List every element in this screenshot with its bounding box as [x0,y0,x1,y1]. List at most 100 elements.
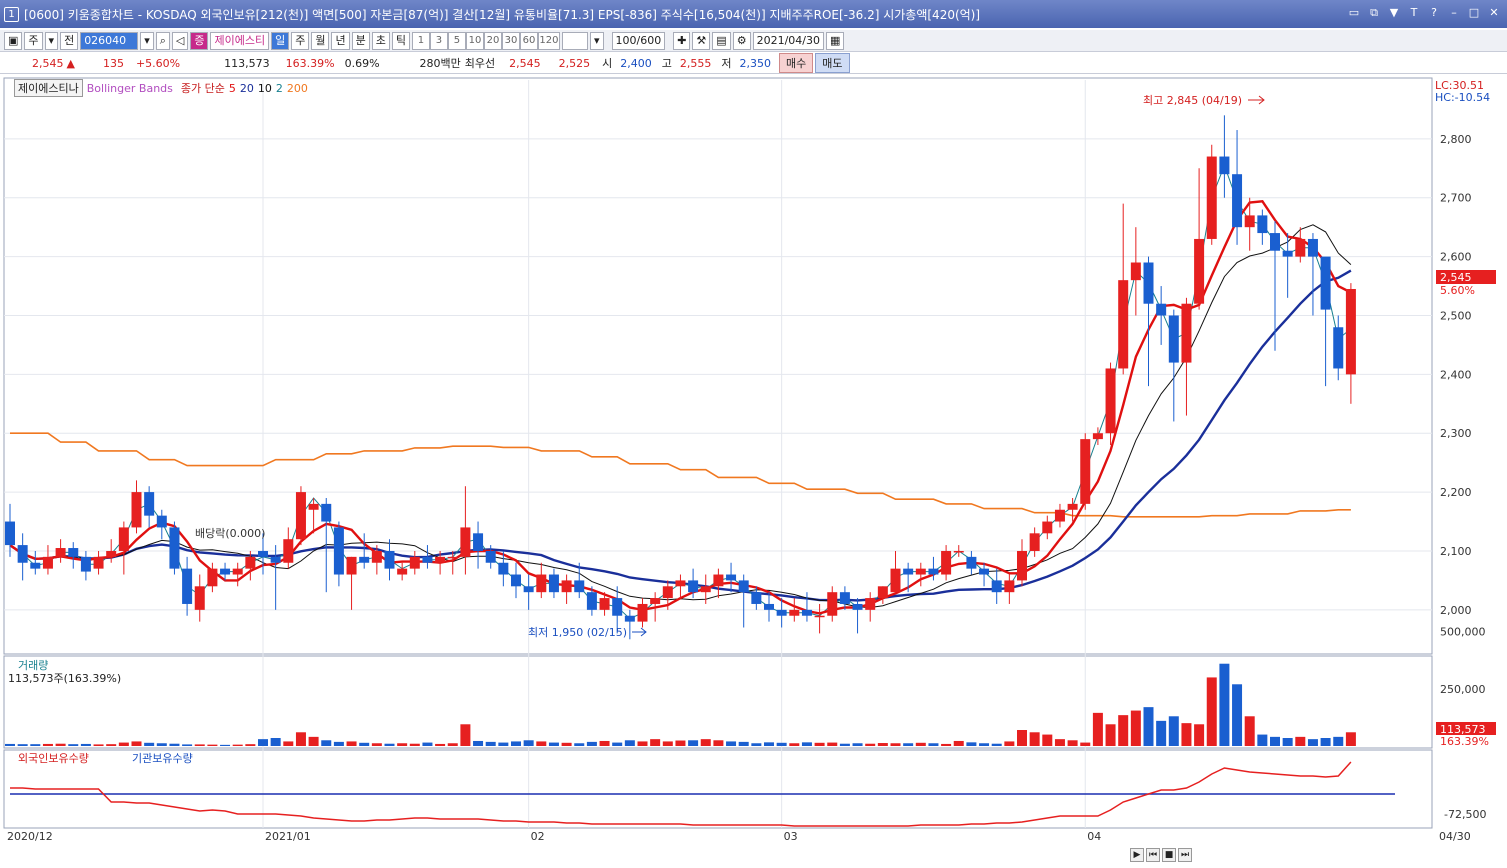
legend-stock-name[interactable]: 제이에스티나 [14,79,83,97]
legend-ma-label[interactable]: 종가 단순 [181,80,225,96]
period-day[interactable]: 일 [271,31,290,50]
speaker-icon[interactable]: ◁ [171,31,189,50]
candle-body [1092,433,1103,440]
scroll-right-icon[interactable]: ▶ [1130,848,1144,862]
stock-chart[interactable]: 2,000 2,100 2,200 2,300 2,400 2,500 2,600 2,700… [0,76,1507,868]
volume-bar [1219,663,1230,746]
main-panel-frame [3,77,1433,655]
volume-bar [422,742,433,746]
period-tick[interactable]: 틱 [391,31,410,50]
interval-30[interactable]: 30 [501,31,520,50]
legend-ma5: 5 [228,81,236,95]
period-minute[interactable]: 분 [351,31,370,50]
volume-bar [371,743,382,746]
code-dropdown-icon[interactable]: ▾ [140,31,154,50]
interval-dropdown-icon[interactable]: ▾ [589,31,604,50]
volume-bar [713,740,724,746]
candle-body [422,556,433,563]
search-icon[interactable]: ⌕ [155,31,170,50]
tools-icon[interactable]: ⚒ [692,31,711,50]
crosshair-icon[interactable]: ✚ [673,31,691,50]
dock-icon[interactable]: ▭ [1347,6,1361,20]
interval-10[interactable]: 10 [465,31,484,50]
candle-body [979,568,990,575]
previous-button[interactable]: 전 [60,31,79,50]
candle-body [915,568,926,575]
volume-bar [258,739,268,746]
volume-bar [473,740,484,746]
legend-bollinger[interactable]: Bollinger Bands [87,82,173,95]
candle-body [359,556,370,563]
stop-icon[interactable]: ■ [1162,848,1176,862]
scroll-first-icon[interactable]: ⏮ [1146,848,1160,862]
holding-panel-frame [3,749,1433,829]
volume-bar [447,743,458,746]
minimize-icon[interactable]: – [1447,6,1461,20]
restore-window-icon[interactable]: ⧉ [1367,6,1381,20]
interval-1[interactable]: 1 [411,31,430,50]
volume-bar [485,741,496,746]
volume-bar [1282,738,1293,746]
candle-body [852,603,863,610]
volume-bar [1067,740,1078,746]
volume-bar [511,741,521,746]
date-input[interactable]: 2021/04/30 [752,31,824,50]
candle-body [156,515,167,528]
candle-body [827,592,838,616]
gear-icon[interactable]: ⚙ [732,31,751,50]
stock-code-input[interactable]: 026040 [80,31,139,50]
volume-bar [232,744,243,746]
period-month[interactable]: 월 [311,31,330,50]
market-dropdown-icon[interactable]: ▾ [44,31,59,50]
volume-bar [637,741,648,746]
interval-20[interactable]: 20 [483,31,502,50]
count-input[interactable]: 100/600 [611,31,666,50]
candle-body [928,568,939,575]
legend-ma10: 10 [257,81,272,95]
period-year[interactable]: 년 [331,31,350,50]
interval-custom-input[interactable] [561,31,588,50]
sell-button[interactable]: 매도 [815,53,850,73]
volume-panel-value: 113,573주(163.39%) [8,672,122,685]
interval-5[interactable]: 5 [447,31,466,50]
candle-body [523,586,534,593]
interval-3[interactable]: 3 [429,31,448,50]
calendar-icon[interactable]: ▦ [825,31,845,50]
close-icon[interactable]: ✕ [1487,6,1501,20]
scroll-last-icon[interactable]: ⏭ [1178,848,1192,862]
volume-bar [1168,716,1179,746]
volume-panel-frame [3,655,1433,749]
interval-60[interactable]: 60 [519,31,538,50]
volume-bar [409,743,420,746]
last-rate-label: 5.60% [1440,284,1475,297]
volume-bar [561,742,572,746]
chart-settings-icon[interactable]: ▣ [4,31,23,50]
save-icon[interactable]: ▤ [712,31,731,50]
volume-bar [1345,732,1356,746]
period-week[interactable]: 주 [291,31,310,50]
candle-body [232,568,243,575]
x-tick-label: 04/30 [1439,830,1471,843]
buy-button[interactable]: 매수 [779,53,814,73]
candle-body [1194,238,1205,304]
candle-body [713,574,724,587]
maximize-icon[interactable]: □ [1467,6,1481,20]
pin-icon[interactable]: ▼ [1387,6,1401,20]
help-icon[interactable]: ? [1427,6,1441,20]
market-type-select[interactable]: 주 [24,31,43,50]
interval-120[interactable]: 120 [537,31,560,50]
y-tick-label: 2,200 [1440,486,1472,499]
volume-bar [1232,684,1243,746]
volume-bar [726,741,737,746]
candle-body [650,598,661,604]
candle-body [182,568,193,604]
candle-body [1333,327,1344,369]
candle-body [511,574,521,587]
volume-bar [144,742,155,746]
text-tool-icon[interactable]: T [1407,6,1421,20]
priority-label: 최우선 [464,57,496,70]
ma200-line [10,432,1351,518]
period-second[interactable]: 초 [371,31,390,50]
legend-ma20: 20 [239,81,254,95]
volume-bar [1004,741,1015,746]
